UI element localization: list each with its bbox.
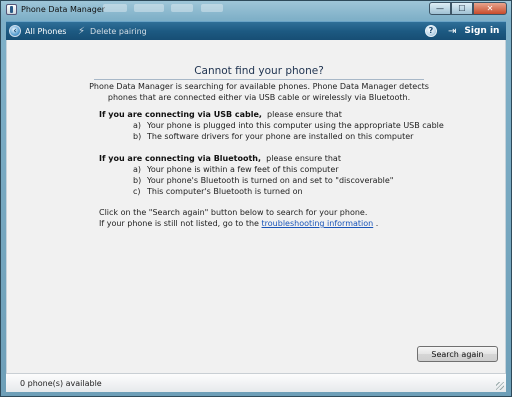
app-window: Phone Data Manager — ☐ ✕ ‹ All Phones ⚡ … bbox=[0, 0, 512, 397]
background-blur bbox=[201, 4, 223, 12]
back-arrow-icon: ‹ bbox=[9, 25, 21, 37]
search-hint: Click on the "Search again" button below… bbox=[99, 208, 368, 217]
usb-heading: If you are connecting via USB cable, bbox=[99, 110, 262, 119]
sign-in-label: Sign in bbox=[464, 26, 500, 36]
search-again-button[interactable]: Search again bbox=[417, 346, 498, 362]
list-marker: a) bbox=[133, 165, 142, 174]
list-item-text: Your phone is plugged into this computer… bbox=[147, 121, 444, 130]
sign-in-button[interactable]: ⇥ Sign in bbox=[448, 22, 499, 40]
list-item: c) This computer's Bluetooth is turned on bbox=[133, 187, 303, 196]
delete-pairing-label: Delete pairing bbox=[90, 26, 147, 36]
bluetooth-heading-suffix: please ensure that bbox=[266, 154, 341, 163]
window-controls: — ☐ ✕ bbox=[429, 2, 507, 15]
list-item-text: The software drivers for your phone are … bbox=[147, 132, 414, 141]
phone-app-icon bbox=[6, 4, 17, 15]
delete-pairing-button[interactable]: ⚡ Delete pairing bbox=[78, 22, 147, 40]
background-blur bbox=[171, 4, 193, 12]
main-content: Cannot find your phone? Phone Data Manag… bbox=[6, 40, 506, 373]
list-marker: c) bbox=[133, 187, 141, 196]
list-item-text: Your phone's Bluetooth is turned on and … bbox=[147, 176, 394, 185]
troubleshooting-prefix: If your phone is still not listed, go to… bbox=[99, 219, 259, 228]
background-blur bbox=[103, 4, 127, 12]
resize-grip-icon[interactable] bbox=[496, 382, 504, 390]
background-blur bbox=[134, 4, 164, 12]
list-item: b) The software drivers for your phone ar… bbox=[133, 132, 413, 141]
bluetooth-section-title: If you are connecting via Bluetooth, ple… bbox=[99, 154, 341, 163]
list-marker: b) bbox=[133, 132, 142, 141]
list-marker: a) bbox=[133, 121, 142, 130]
intro-text: Phone Data Manager is searching for avai… bbox=[89, 82, 429, 102]
all-phones-label: All Phones bbox=[25, 26, 67, 36]
list-marker: b) bbox=[133, 176, 142, 185]
bluetooth-heading: If you are connecting via Bluetooth, bbox=[99, 154, 262, 163]
heading-divider bbox=[94, 79, 424, 80]
all-phones-button[interactable]: ‹ All Phones bbox=[9, 22, 66, 40]
phones-available-count: 0 phone(s) available bbox=[20, 378, 102, 388]
troubleshooting-suffix: . bbox=[375, 219, 379, 228]
usb-heading-suffix: please ensure that bbox=[267, 110, 342, 119]
list-item: a) Your phone is plugged into this comput… bbox=[133, 121, 444, 130]
help-icon[interactable]: ? bbox=[425, 25, 437, 37]
usb-section-title: If you are connecting via USB cable, ple… bbox=[99, 110, 342, 119]
toolbar: ‹ All Phones ⚡ Delete pairing ? ⇥ Sign i… bbox=[6, 21, 506, 40]
close-button[interactable]: ✕ bbox=[473, 2, 507, 15]
title-bar[interactable]: Phone Data Manager — ☐ ✕ bbox=[1, 1, 511, 19]
unpair-icon: ⚡ bbox=[78, 25, 86, 37]
list-item-text: Your phone is within a few feet of this … bbox=[147, 165, 339, 174]
minimize-button[interactable]: — bbox=[429, 2, 451, 15]
maximize-button[interactable]: ☐ bbox=[451, 2, 473, 15]
status-bar: 0 phone(s) available bbox=[6, 373, 506, 392]
list-item-text: This computer's Bluetooth is turned on bbox=[147, 187, 303, 196]
window-title: Phone Data Manager bbox=[21, 5, 106, 14]
troubleshooting-line: If your phone is still not listed, go to… bbox=[99, 219, 378, 228]
list-item: a) Your phone is within a few feet of thi… bbox=[133, 165, 339, 174]
page-title: Cannot find your phone? bbox=[194, 65, 324, 77]
troubleshooting-link[interactable]: troubleshooting information bbox=[262, 219, 374, 228]
list-item: b) Your phone's Bluetooth is turned on an… bbox=[133, 176, 393, 185]
sign-in-icon: ⇥ bbox=[448, 25, 457, 37]
